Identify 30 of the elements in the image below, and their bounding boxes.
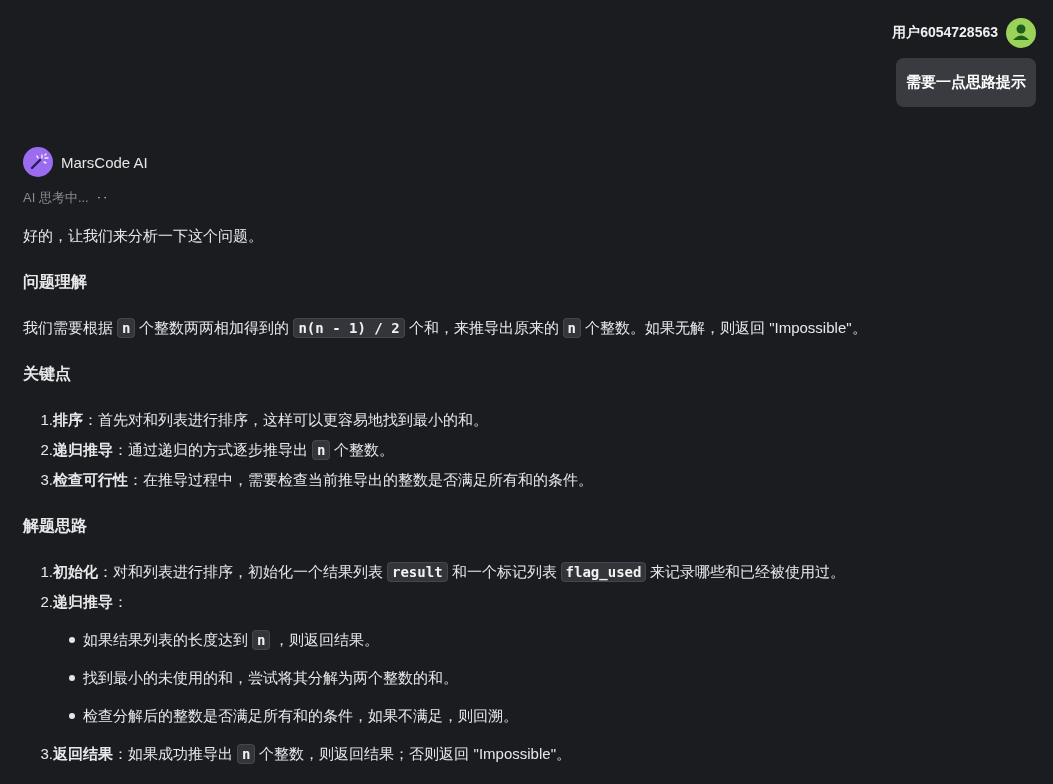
- bullet-icon: [69, 713, 75, 719]
- list-item-text: 检查可行性：在推导过程中，需要检查当前推导出的整数是否满足所有和的条件。: [53, 470, 593, 490]
- list-item-text: 检查分解后的整数是否满足所有和的条件，如果不满足，则回溯。: [83, 706, 518, 726]
- list-number: 2.: [39, 440, 53, 460]
- paragraph: 好的，让我们来分析一下这个问题。: [23, 226, 264, 246]
- assistant-name: MarsCode AI: [61, 153, 148, 171]
- list-item-text: 如果结果列表的长度达到 n ，则返回结果。: [83, 629, 380, 652]
- user-avatar-icon: [1006, 18, 1036, 48]
- wand-icon: [23, 147, 53, 177]
- list-item-text: 初始化：对和列表进行排序，初始化一个结果列表 result 和一个标记列表 flag_used 来记录哪些和已经被使用过。: [53, 561, 846, 584]
- list-number: 3.: [39, 470, 53, 490]
- list-item-text: 递归推导：通过递归的方式逐步推导出 n 个整数。: [53, 439, 395, 462]
- bullet-icon: [69, 675, 75, 681]
- list-number: 3.: [39, 744, 53, 764]
- bullet-icon: [69, 637, 75, 643]
- paragraph: 我们需要根据 n 个整数两两相加得到的 n(n - 1) / 2 个和，来推导出原来的 n 个整数。如果无解，则返回 "Impossible"。: [23, 317, 868, 340]
- list-item-text: 排序：首先对和列表进行排序，这样可以更容易地找到最小的和。: [53, 410, 488, 430]
- list-number: 1.: [39, 562, 53, 582]
- list-number: 2.: [39, 592, 53, 612]
- section-heading: 问题理解: [23, 272, 88, 292]
- list-item-text: 找到最小的未使用的和，尝试将其分解为两个整数的和。: [83, 668, 458, 688]
- list-number: 1.: [39, 410, 53, 430]
- user-message: 需要一点思路提示: [896, 58, 1036, 107]
- thinking-status: AI 思考中...: [23, 189, 89, 207]
- list-item-text: 递归推导：: [53, 592, 128, 612]
- username: 用户6054728563: [892, 24, 998, 42]
- loading-dots: ··: [96, 189, 110, 206]
- list-item-text: 返回结果：如果成功推导出 n 个整数，则返回结果；否则返回 "Impossible"。: [53, 743, 571, 766]
- section-heading: 解题思路: [23, 516, 88, 536]
- section-heading: 关键点: [23, 364, 72, 384]
